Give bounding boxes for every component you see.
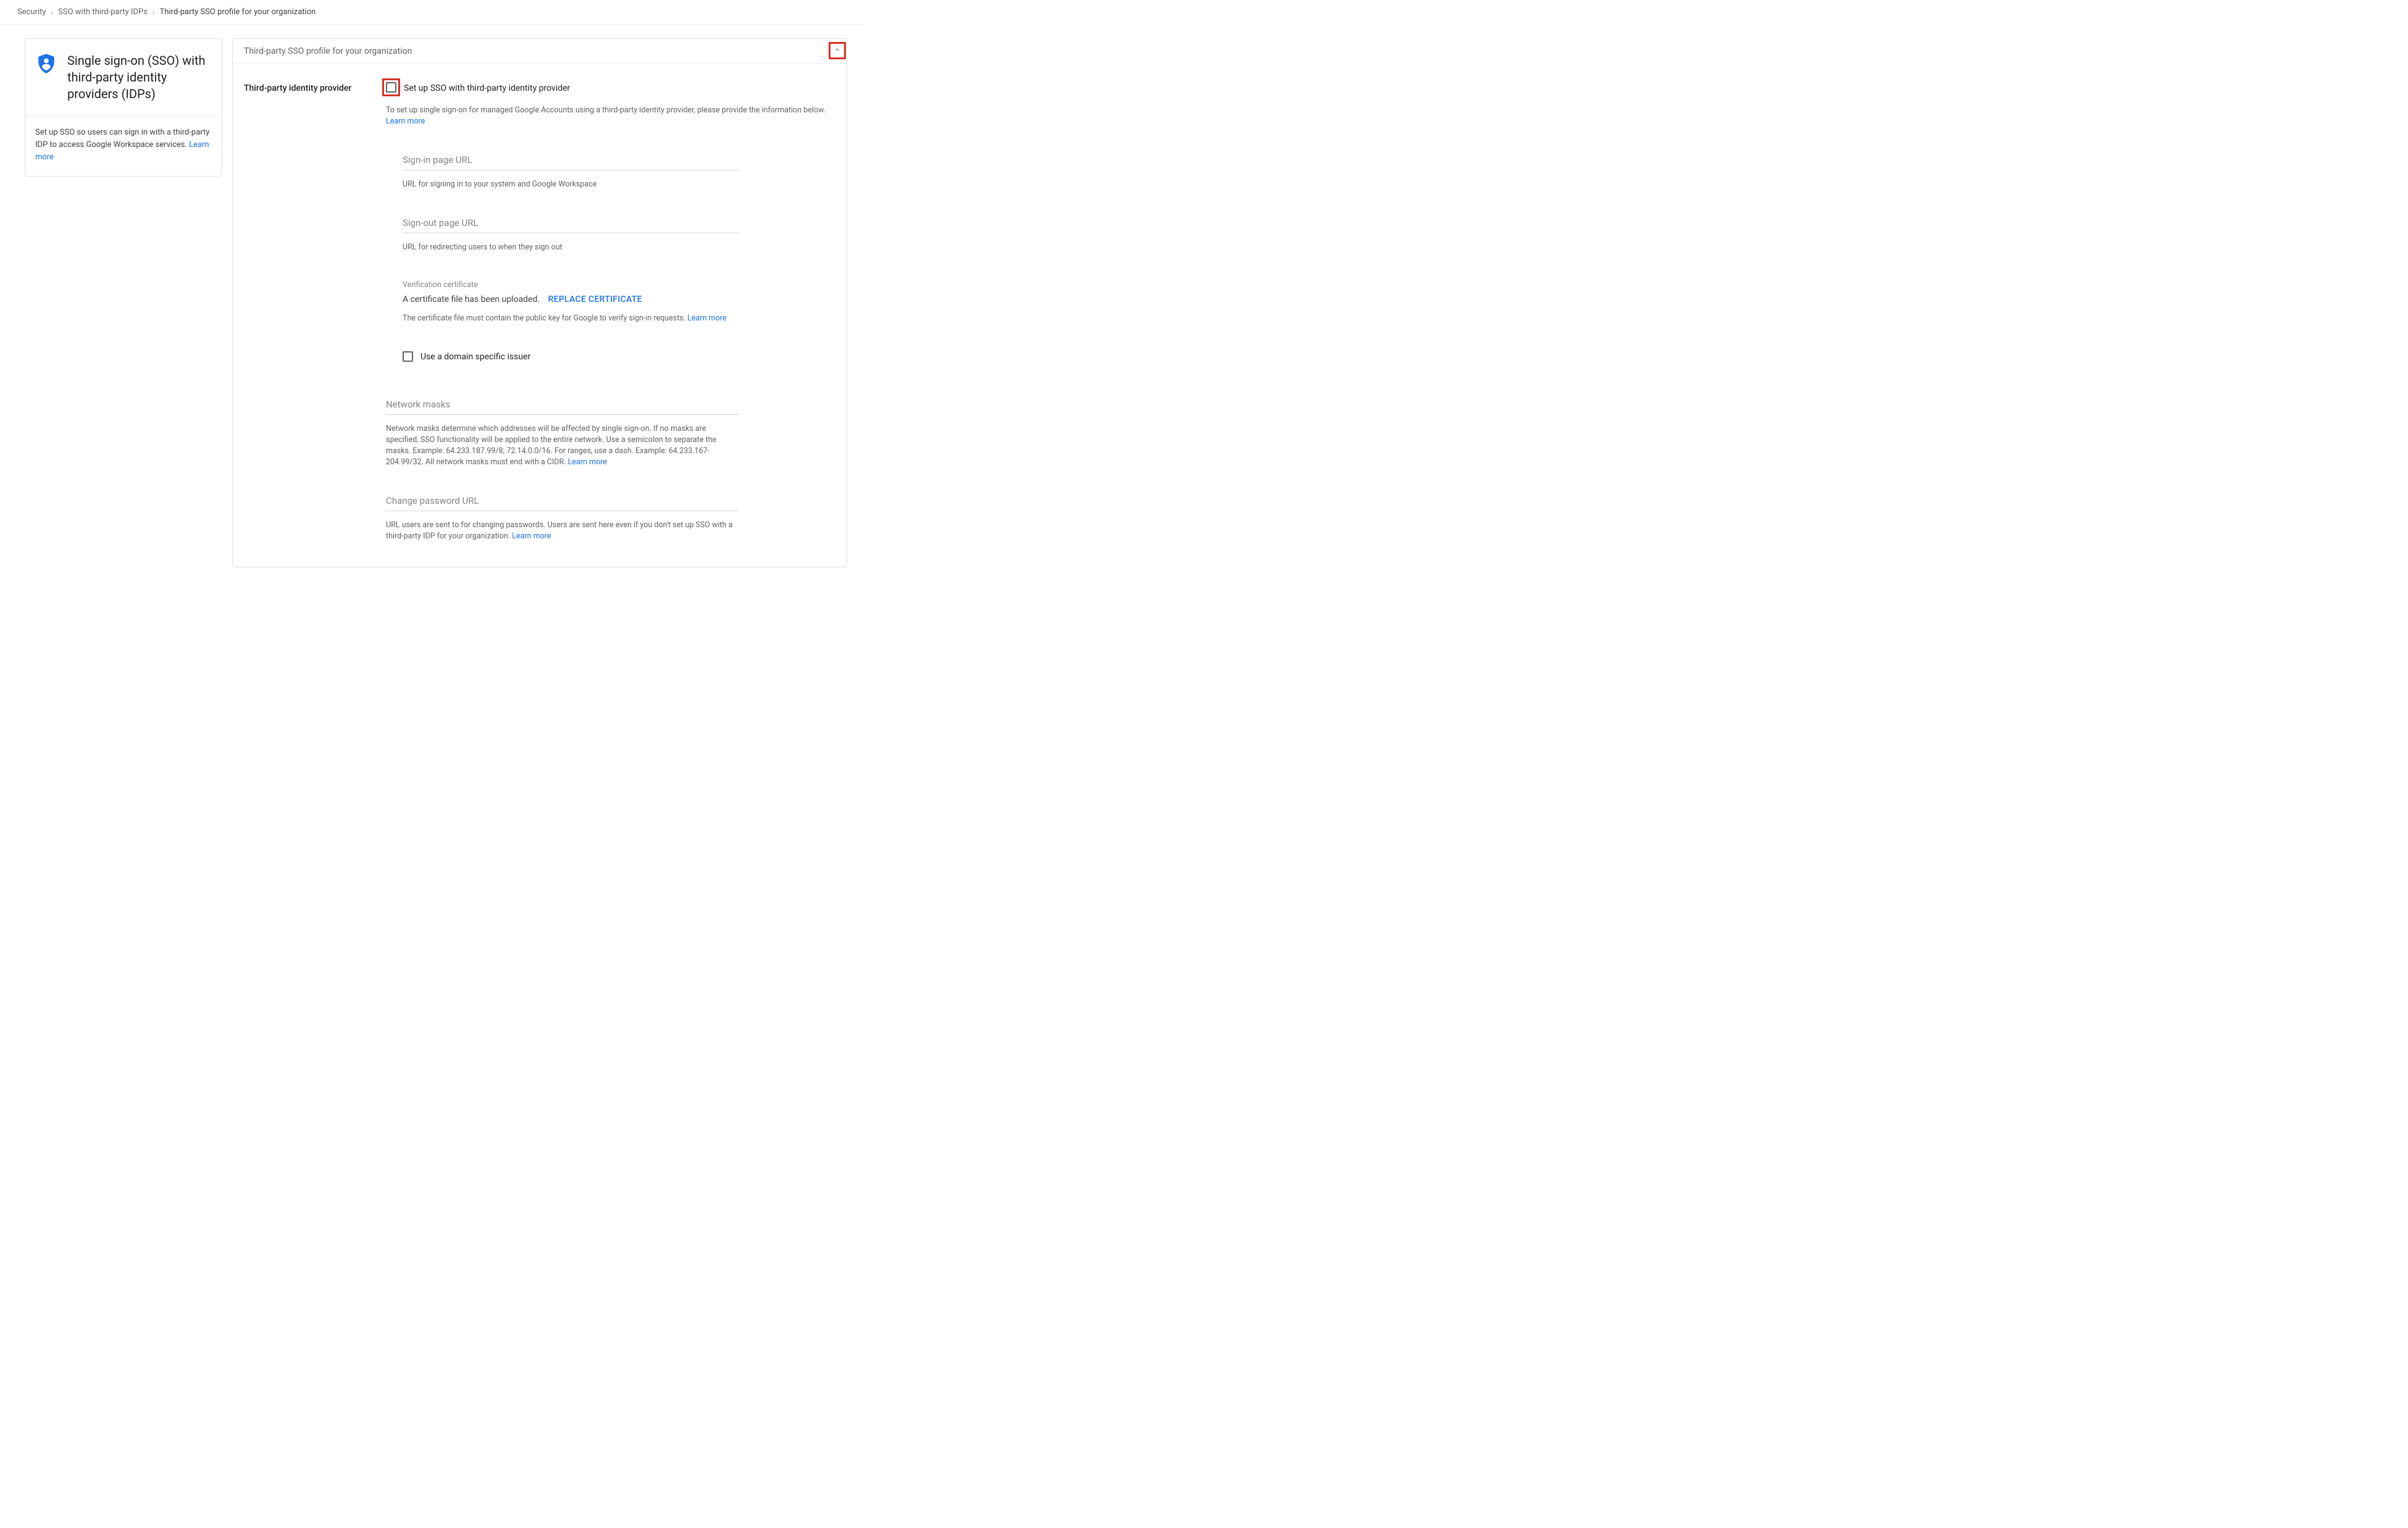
breadcrumb-sso-idps[interactable]: SSO with third-party IDPs xyxy=(58,7,148,17)
network-masks-caption: Network masks determine which addresses … xyxy=(386,424,739,468)
setup-sso-help: To set up single sign-on for managed Goo… xyxy=(386,105,835,127)
card-description-text: Set up SSO so users can sign in with a t… xyxy=(35,128,209,149)
verification-cert-status-line: A certificate file has been uploaded. RE… xyxy=(403,294,739,304)
verification-cert-caption: The certificate file must contain the pu… xyxy=(403,313,739,324)
sso-info-card: Single sign-on (SSO) with third-party id… xyxy=(25,38,222,177)
change-password-url-input[interactable]: Change password URL xyxy=(386,495,738,511)
sign-out-url-caption: URL for redirecting users to when they s… xyxy=(403,242,739,253)
setup-sso-learn-more-link[interactable]: Learn more xyxy=(386,117,425,126)
breadcrumb-security[interactable]: Security xyxy=(17,7,46,17)
chevron-up-icon xyxy=(833,45,842,56)
network-masks-caption-text: Network masks determine which addresses … xyxy=(386,424,716,467)
shield-user-icon xyxy=(35,52,57,77)
section-label: Third-party identity provider xyxy=(244,82,381,542)
setup-sso-label: Set up SSO with third-party identity pro… xyxy=(404,82,570,94)
panel-header: Third-party SSO profile for your organiz… xyxy=(233,39,847,64)
panel-title: Third-party SSO profile for your organiz… xyxy=(244,46,412,56)
sso-profile-panel: Third-party SSO profile for your organiz… xyxy=(232,38,847,567)
breadcrumb-current: Third-party SSO profile for your organiz… xyxy=(159,7,316,17)
domain-specific-issuer-checkbox[interactable] xyxy=(403,351,413,362)
card-title: Single sign-on (SSO) with third-party id… xyxy=(67,52,207,102)
verification-cert-label: Verification certificate xyxy=(403,280,739,291)
verification-cert-status: A certificate file has been uploaded. xyxy=(403,294,540,304)
change-password-learn-more-link[interactable]: Learn more xyxy=(512,532,551,541)
change-password-url-caption: URL users are sent to for changing passw… xyxy=(386,520,738,542)
sign-in-url-input[interactable]: Sign-in page URL xyxy=(403,154,739,170)
card-description: Set up SSO so users can sign in with a t… xyxy=(25,116,222,176)
sign-in-url-caption: URL for signing in to your system and Go… xyxy=(403,179,739,190)
setup-sso-checkbox[interactable] xyxy=(386,82,396,93)
replace-certificate-button[interactable]: REPLACE CERTIFICATE xyxy=(548,294,642,304)
collapse-panel-button[interactable] xyxy=(829,42,846,59)
domain-specific-issuer-label: Use a domain specific issuer xyxy=(420,352,530,362)
change-password-url-caption-text: URL users are sent to for changing passw… xyxy=(386,520,732,541)
chevron-right-icon: › xyxy=(153,8,155,17)
network-masks-input[interactable]: Network masks xyxy=(386,399,739,415)
breadcrumb: Security › SSO with third-party IDPs › T… xyxy=(0,0,864,25)
network-masks-learn-more-link[interactable]: Learn more xyxy=(568,457,607,467)
chevron-right-icon: › xyxy=(51,8,54,17)
setup-sso-highlight xyxy=(382,78,400,96)
setup-sso-help-text: To set up single sign-on for managed Goo… xyxy=(386,106,826,115)
sign-out-url-input[interactable]: Sign-out page URL xyxy=(403,217,739,233)
verification-cert-learn-more-link[interactable]: Learn more xyxy=(687,314,726,323)
verification-cert-caption-text: The certificate file must contain the pu… xyxy=(403,314,687,323)
